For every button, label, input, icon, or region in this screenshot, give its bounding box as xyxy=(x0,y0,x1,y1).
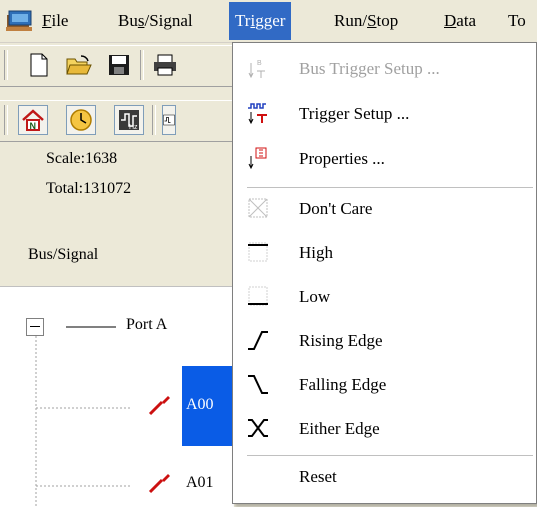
home-button[interactable]: N xyxy=(18,105,48,135)
menu-item-label: Either Edge xyxy=(299,419,380,438)
menu-item-high[interactable]: High xyxy=(233,233,536,273)
svg-text:Hz: Hz xyxy=(129,124,138,131)
open-file-button[interactable] xyxy=(64,50,94,80)
menu-item-label: Falling Edge xyxy=(299,375,387,394)
new-file-icon xyxy=(30,53,48,77)
toolbar-separator xyxy=(140,50,144,80)
probe-icon xyxy=(148,396,170,416)
menu-item-label: Don't Care xyxy=(299,199,373,218)
menu-item-label: Properties ... xyxy=(299,149,385,168)
menu-item-label: Rising Edge xyxy=(299,331,383,350)
tree-header-label: Bus/Signal xyxy=(28,246,99,263)
tree-port-label[interactable]: Port A xyxy=(126,316,167,334)
menu-trigger[interactable]: Trigger xyxy=(229,2,292,40)
menu-data[interactable]: Data xyxy=(440,8,480,34)
menu-item-properties[interactable]: Properties ... xyxy=(233,139,536,179)
frequency-button[interactable]: Hz xyxy=(114,105,144,135)
menu-item-bus-trigger-setup[interactable]: B Bus Trigger Setup ... xyxy=(233,49,536,89)
menu-item-label: Reset xyxy=(299,467,337,486)
menu-item-label: Low xyxy=(299,287,331,306)
toolbar-file xyxy=(0,45,240,87)
menu-item-label: Trigger Setup ... xyxy=(299,104,410,123)
svg-text:N: N xyxy=(30,121,37,131)
menu-bar: File Bus/Signal Trigger Run/Stop Data To xyxy=(0,0,537,43)
tree-header: Bus/Signal xyxy=(0,228,234,287)
menu-item-either-edge[interactable]: Either Edge xyxy=(233,409,536,449)
menu-bus-signal[interactable]: Bus/Signal xyxy=(114,8,197,34)
clock-icon xyxy=(70,109,92,131)
open-folder-icon xyxy=(66,55,92,75)
dont-care-icon xyxy=(245,195,271,221)
properties-icon xyxy=(245,145,271,171)
menu-separator xyxy=(247,187,533,188)
menu-item-low[interactable]: Low xyxy=(233,277,536,317)
low-icon xyxy=(245,283,271,309)
signal-a00-row[interactable]: A00 xyxy=(148,366,234,446)
scale-label: Scale:1638 xyxy=(46,150,118,167)
menu-tools[interactable]: To xyxy=(504,8,530,34)
trigger-setup-icon xyxy=(245,100,271,126)
waveform-icon xyxy=(163,114,175,126)
toolbar-separator xyxy=(152,105,156,135)
menu-separator xyxy=(247,455,533,456)
rising-edge-icon xyxy=(245,327,271,353)
bus-trigger-icon: B xyxy=(245,55,271,81)
menu-item-label: Bus Trigger Setup ... xyxy=(299,59,440,78)
menu-item-reset[interactable]: Reset xyxy=(233,457,536,497)
signal-a01-label: A01 xyxy=(186,474,214,491)
toolbar-grip xyxy=(4,105,8,135)
clock-button[interactable] xyxy=(66,105,96,135)
falling-edge-icon xyxy=(245,371,271,397)
menu-item-dont-care[interactable]: Don't Care xyxy=(233,189,536,229)
high-icon xyxy=(245,239,271,265)
signal-a01-row[interactable]: A01 xyxy=(148,470,234,500)
probe-icon xyxy=(148,474,170,494)
print-button[interactable] xyxy=(150,50,180,80)
menu-item-falling-edge[interactable]: Falling Edge xyxy=(233,365,536,405)
print-icon xyxy=(154,54,176,76)
new-file-button[interactable] xyxy=(24,50,54,80)
home-icon: N xyxy=(22,109,44,131)
signal-a00-label: A00 xyxy=(186,396,214,413)
app-icon xyxy=(6,9,34,33)
menu-file[interactable]: File xyxy=(38,8,72,34)
menu-item-label: High xyxy=(299,243,333,262)
total-label: Total:131072 xyxy=(46,180,132,197)
svg-text:B: B xyxy=(257,60,262,67)
toolbar-grip xyxy=(4,50,8,80)
waveform-button[interactable] xyxy=(162,105,176,135)
frequency-icon: Hz xyxy=(119,110,139,131)
save-button[interactable] xyxy=(104,50,134,80)
collapse-toggle[interactable] xyxy=(26,318,44,336)
trigger-menu: B Bus Trigger Setup ... Trigger Setup ..… xyxy=(232,42,537,504)
save-icon xyxy=(109,55,129,75)
menu-run-stop[interactable]: Run/Stop xyxy=(330,8,402,34)
menu-item-trigger-setup[interactable]: Trigger Setup ... xyxy=(233,94,536,134)
toolbar-view: N Hz xyxy=(0,100,240,142)
either-edge-icon xyxy=(245,415,271,441)
menu-item-rising-edge[interactable]: Rising Edge xyxy=(233,321,536,361)
